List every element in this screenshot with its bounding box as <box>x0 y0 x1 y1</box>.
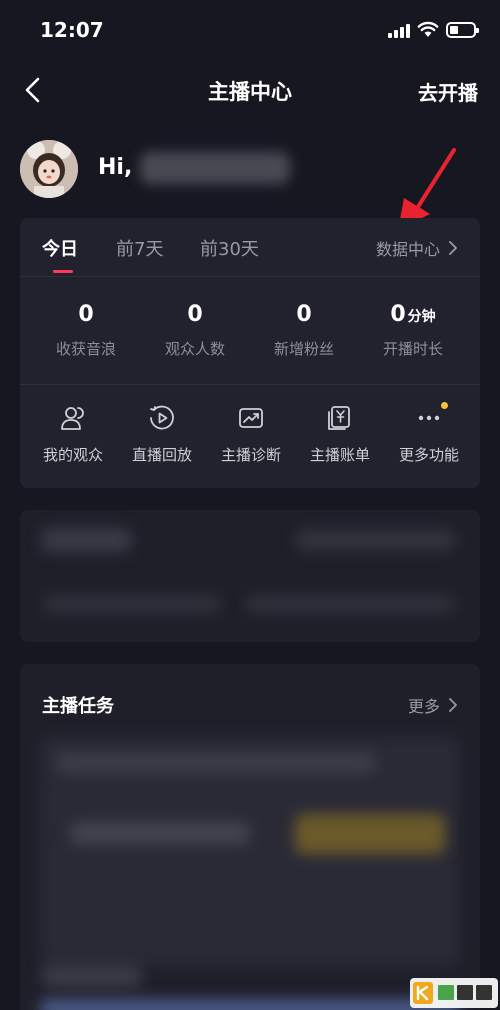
blurred-content <box>56 752 376 774</box>
cellular-signal-icon <box>388 24 410 38</box>
tasks-more-label: 更多 <box>407 697 440 716</box>
tab-7-days[interactable]: 前7天 <box>116 235 163 261</box>
audience-icon <box>61 407 84 430</box>
data-center-label: 数据中心 <box>375 240 440 259</box>
chevron-right-icon <box>449 241 457 255</box>
blurred-content <box>42 595 222 613</box>
period-tabs: 今日 前7天 前30天 数据中心 <box>20 218 480 276</box>
blurred-card <box>20 510 480 642</box>
tasks-title: 主播任务 <box>42 696 114 717</box>
replay-icon <box>150 405 174 430</box>
divider <box>20 384 480 385</box>
nav-bar: 主播中心 去开播 <box>0 62 500 118</box>
go-live-button[interactable]: 去开播 <box>418 77 478 106</box>
tool-label: 直播回放 <box>131 446 192 464</box>
tab-today[interactable]: 今日 <box>42 235 78 261</box>
blurred-content <box>295 530 455 550</box>
tool-label: 我的观众 <box>42 446 103 464</box>
blurred-content <box>42 964 142 988</box>
tool-live-replay[interactable]: 直播回放 <box>117 404 207 465</box>
blurred-content <box>70 822 250 844</box>
blurred-content <box>42 528 132 552</box>
more-icon <box>418 415 440 421</box>
blurred-username <box>140 152 290 184</box>
divider <box>20 276 480 277</box>
stat-live-duration[interactable]: 0 分钟 开播时长 <box>358 302 468 359</box>
stats-card: 今日 前7天 前30天 数据中心 0 收获音浪 0 观众人数 0 新增粉丝 0分… <box>20 218 480 488</box>
blurred-content <box>40 999 460 1010</box>
tab-30-days[interactable]: 前30天 <box>200 235 259 261</box>
tool-host-bill[interactable]: 主播账单 <box>295 404 385 465</box>
stat-label: 新增粉丝 <box>273 340 334 358</box>
status-bar: 12:07 <box>0 0 500 62</box>
stat-new-fans[interactable]: 0 新增粉丝 <box>249 302 359 359</box>
tool-host-diagnosis[interactable]: 主播诊断 <box>206 404 296 465</box>
blurred-content <box>295 814 445 854</box>
chevron-right-icon <box>449 698 457 712</box>
active-tab-indicator <box>53 270 73 273</box>
blurred-content <box>245 595 455 613</box>
tool-more-features[interactable]: 更多功能 <box>384 402 474 465</box>
stat-unit: 分钟 <box>407 309 436 325</box>
watermark-logo <box>410 978 498 1008</box>
notification-dot <box>441 402 448 409</box>
status-time: 12:07 <box>40 18 104 42</box>
stat-label: 收获音浪 <box>55 340 116 358</box>
host-tasks-card: 主播任务 更多 <box>20 664 480 1010</box>
diagnosis-icon <box>239 408 263 428</box>
bill-icon <box>328 406 350 430</box>
data-center-link[interactable]: 数据中心 <box>376 236 458 260</box>
stat-value: 0 <box>390 302 406 327</box>
tool-label: 更多功能 <box>398 446 459 464</box>
stat-label: 开播时长 <box>382 340 443 358</box>
stat-value: 0 <box>187 302 203 327</box>
stat-viewers[interactable]: 0 观众人数 <box>140 302 250 359</box>
stat-value: 0 <box>296 302 312 327</box>
stat-earnings[interactable]: 0 收获音浪 <box>31 302 141 359</box>
stat-value: 0 <box>78 302 94 327</box>
avatar[interactable] <box>20 140 78 198</box>
tool-label: 主播账单 <box>309 446 370 464</box>
stat-label: 观众人数 <box>164 340 225 358</box>
tool-my-audience[interactable]: 我的观众 <box>28 404 118 465</box>
tasks-more-link[interactable]: 更多 <box>408 693 458 717</box>
battery-icon <box>446 22 479 38</box>
greeting-text: Hi, <box>98 155 133 180</box>
wifi-icon <box>417 21 439 37</box>
tool-label: 主播诊断 <box>220 446 281 464</box>
